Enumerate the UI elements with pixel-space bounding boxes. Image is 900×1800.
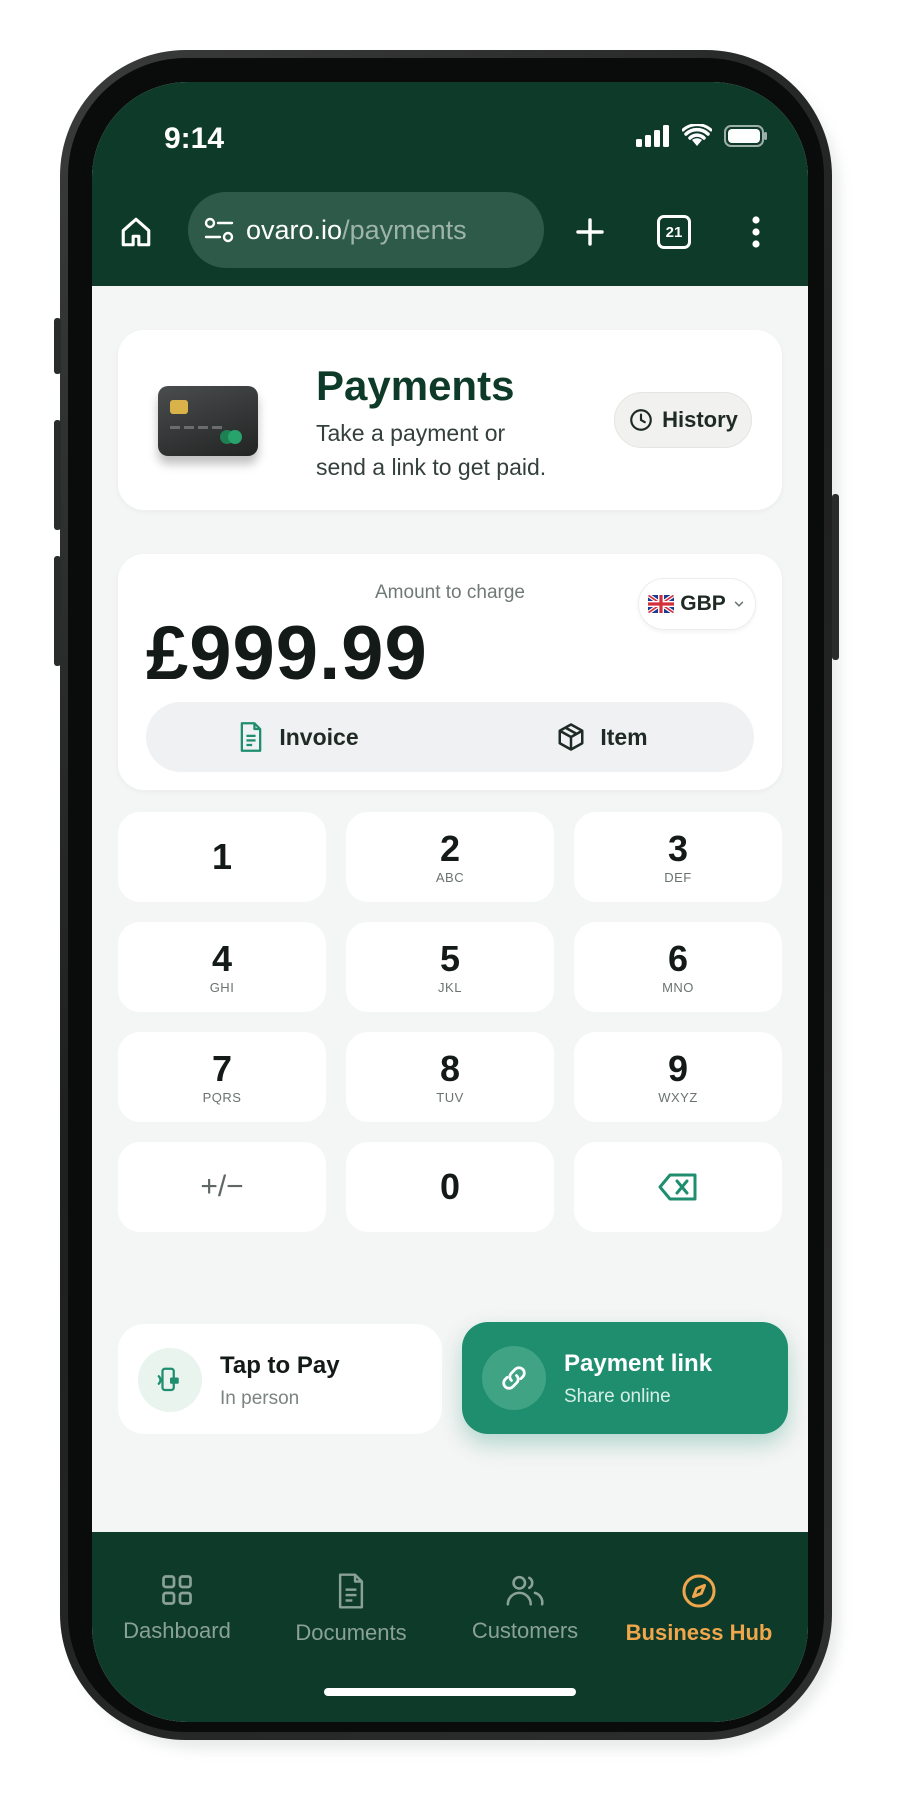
screen: 9:14 ovaro.io/payments 21 Payments Take … bbox=[92, 82, 808, 1722]
page-subtitle: Take a payment or send a link to get pai… bbox=[316, 420, 547, 480]
nav-dashboard-label: Dashboard bbox=[123, 1618, 231, 1643]
key-9-digit: 9 bbox=[667, 1047, 689, 1089]
key-6[interactable]: 6 MNO bbox=[574, 922, 782, 1012]
box-icon bbox=[558, 723, 584, 751]
side-button-silent bbox=[54, 318, 61, 374]
url-path: /payments bbox=[342, 214, 467, 245]
charge-type-toggle: Invoice Item bbox=[146, 702, 754, 772]
key-3-letters: DEF bbox=[664, 869, 692, 885]
key-2-digit: 2 bbox=[439, 827, 461, 869]
currency-selector[interactable]: GBP bbox=[638, 578, 756, 630]
url-row: ovaro.io/payments 21 bbox=[92, 192, 808, 272]
uk-flag-icon bbox=[648, 595, 675, 613]
browser-top-bar: 9:14 ovaro.io/payments 21 bbox=[92, 82, 808, 286]
home-indicator bbox=[324, 1688, 576, 1696]
amount-card: Amount to charge £999.99 GBP Invoice Ite… bbox=[118, 554, 782, 790]
nav-business-hub-label: Business Hub bbox=[625, 1620, 773, 1645]
key-5[interactable]: 5 JKL bbox=[346, 922, 554, 1012]
nav-documents-label: Documents bbox=[295, 1620, 407, 1645]
document-icon bbox=[241, 722, 262, 752]
plus-icon bbox=[576, 218, 604, 246]
invoice-label: Invoice bbox=[279, 723, 359, 750]
payments-header-card: Payments Take a payment or send a link t… bbox=[118, 330, 782, 510]
key-4[interactable]: 4 GHI bbox=[118, 922, 326, 1012]
key-0[interactable]: 0 bbox=[346, 1142, 554, 1232]
page-title: Payments bbox=[316, 362, 515, 409]
battery-icon bbox=[724, 125, 767, 147]
tap-to-pay-icon bbox=[138, 1348, 202, 1412]
key-3-digit: 3 bbox=[667, 827, 689, 869]
nav-documents[interactable]: Documents bbox=[266, 1572, 436, 1646]
wifi-icon bbox=[682, 124, 712, 146]
document-icon bbox=[338, 1573, 364, 1609]
more-vertical-icon bbox=[752, 216, 760, 248]
payment-link-title: Payment link bbox=[564, 1350, 713, 1377]
payment-link-button[interactable]: Payment link Share online bbox=[462, 1322, 788, 1434]
backspace-icon bbox=[658, 1173, 697, 1201]
grid-icon bbox=[162, 1575, 192, 1605]
side-button-power bbox=[832, 494, 839, 660]
key-8[interactable]: 8 TUV bbox=[346, 1032, 554, 1122]
tabs-button[interactable]: 21 bbox=[652, 210, 696, 254]
invoice-button[interactable]: Invoice bbox=[146, 702, 450, 772]
home-icon bbox=[121, 217, 151, 247]
tap-to-pay-button[interactable]: Tap to Pay In person bbox=[118, 1324, 442, 1434]
tap-to-pay-title: Tap to Pay bbox=[220, 1352, 340, 1379]
url-text: ovaro.io/payments bbox=[246, 215, 467, 246]
tap-to-pay-subtitle: In person bbox=[220, 1388, 300, 1409]
item-button[interactable]: Item bbox=[450, 702, 754, 772]
payment-link-subtitle: Share online bbox=[564, 1386, 671, 1407]
plus-minus-label: +/− bbox=[200, 1170, 244, 1203]
history-button[interactable]: History bbox=[614, 392, 752, 448]
side-button-volume-up bbox=[54, 420, 61, 530]
key-7-letters: PQRS bbox=[202, 1089, 242, 1105]
key-8-letters: TUV bbox=[436, 1089, 464, 1105]
key-9[interactable]: 9 WXYZ bbox=[574, 1032, 782, 1122]
bottom-nav: Dashboard Documents Customers Business H… bbox=[92, 1532, 808, 1722]
nav-dashboard[interactable]: Dashboard bbox=[92, 1572, 262, 1644]
key-6-letters: MNO bbox=[662, 979, 694, 995]
key-1-digit: 1 bbox=[211, 836, 233, 877]
key-9-letters: WXYZ bbox=[658, 1089, 698, 1105]
credit-card-icon bbox=[158, 386, 258, 456]
nav-customers[interactable]: Customers bbox=[440, 1572, 610, 1644]
chevron-down-icon bbox=[734, 601, 744, 607]
key-backspace[interactable] bbox=[574, 1142, 782, 1232]
compass-icon bbox=[682, 1574, 716, 1608]
users-icon bbox=[506, 1575, 544, 1606]
url-domain: ovaro.io bbox=[246, 214, 343, 245]
key-7[interactable]: 7 PQRS bbox=[118, 1032, 326, 1122]
key-5-letters: JKL bbox=[438, 979, 462, 995]
amount-value: £999.99 bbox=[146, 611, 428, 696]
side-button-volume-down bbox=[54, 556, 61, 666]
key-8-digit: 8 bbox=[439, 1047, 461, 1089]
key-2[interactable]: 2 ABC bbox=[346, 812, 554, 902]
key-5-digit: 5 bbox=[439, 937, 461, 979]
item-label: Item bbox=[600, 723, 648, 750]
key-3[interactable]: 3 DEF bbox=[574, 812, 782, 902]
key-plus-minus[interactable]: +/− bbox=[118, 1142, 326, 1232]
key-0-digit: 0 bbox=[439, 1166, 461, 1207]
tab-count: 21 bbox=[657, 215, 691, 249]
home-button[interactable] bbox=[114, 210, 158, 254]
key-4-digit: 4 bbox=[211, 937, 233, 979]
key-1[interactable]: 1 bbox=[118, 812, 326, 902]
clock-icon bbox=[630, 409, 652, 431]
signal-icon bbox=[636, 125, 669, 147]
status-time: 9:14 bbox=[164, 122, 225, 155]
url-bar[interactable]: ovaro.io/payments bbox=[188, 192, 544, 268]
currency-code: GBP bbox=[680, 592, 726, 615]
history-label: History bbox=[662, 407, 738, 432]
key-2-letters: ABC bbox=[435, 869, 465, 885]
menu-button[interactable] bbox=[734, 210, 778, 254]
key-4-letters: GHI bbox=[209, 979, 235, 995]
nav-customers-label: Customers bbox=[471, 1618, 579, 1643]
key-6-digit: 6 bbox=[667, 937, 689, 979]
key-7-digit: 7 bbox=[211, 1047, 233, 1089]
new-tab-button[interactable] bbox=[568, 210, 612, 254]
status-icons bbox=[636, 124, 768, 148]
link-icon bbox=[482, 1346, 546, 1410]
site-settings-icon bbox=[204, 217, 234, 243]
nav-business-hub[interactable]: Business Hub bbox=[614, 1572, 784, 1646]
